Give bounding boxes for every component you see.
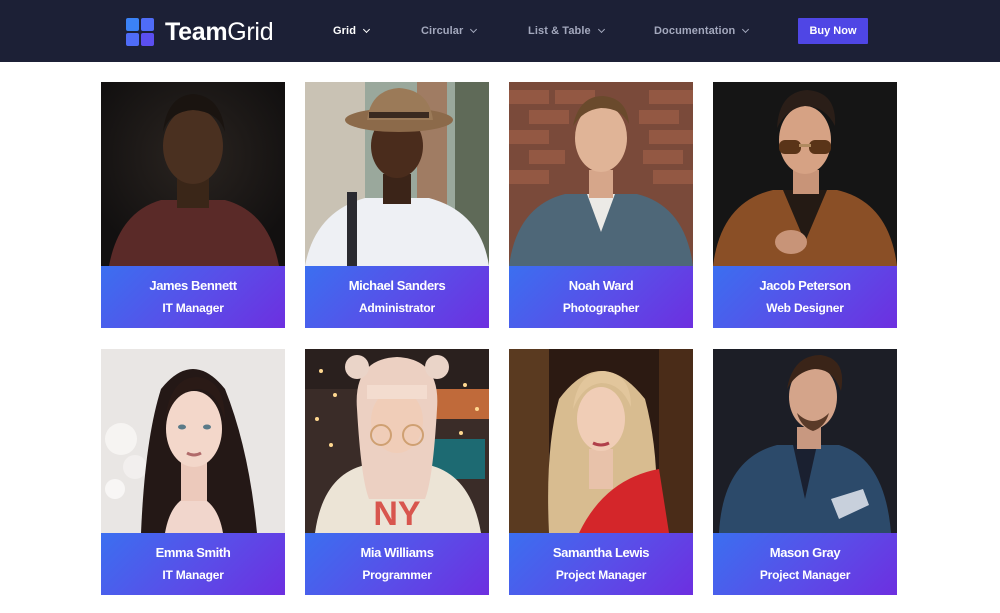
team-member-info: Noah Ward Photographer	[509, 266, 693, 328]
buy-now-button[interactable]: Buy Now	[798, 18, 868, 44]
team-member-role: Administrator	[358, 301, 436, 315]
team-member-photo	[101, 82, 285, 266]
team-member-name: Jacob Peterson	[759, 278, 851, 293]
logo-grid-icon	[126, 18, 154, 46]
chevron-down-icon	[597, 25, 605, 34]
nav-item-list-table[interactable]: List & Table	[528, 23, 605, 39]
team-member-role: Project Manager	[759, 568, 851, 582]
team-member-info: Jacob Peterson Web Designer	[713, 266, 897, 328]
chevron-down-icon	[470, 25, 478, 34]
team-member-role: Project Manager	[555, 568, 647, 582]
team-member-info: Emma Smith IT Manager	[101, 533, 285, 595]
team-member-role: IT Manager	[162, 568, 224, 582]
brand-name-bold: Team	[165, 17, 228, 46]
team-member-photo	[713, 82, 897, 266]
chevron-down-icon	[362, 25, 371, 34]
team-member-name: Mia Williams	[360, 545, 434, 560]
nav-item-documentation[interactable]: Documentation	[654, 23, 750, 39]
team-member-photo	[305, 82, 489, 266]
team-member-role: Web Designer	[766, 301, 844, 315]
team-member-name: Noah Ward	[568, 278, 634, 293]
brand-name: TeamGrid	[165, 17, 274, 47]
team-card[interactable]: Noah Ward Photographer	[509, 82, 693, 328]
chevron-down-icon	[742, 25, 750, 34]
team-member-photo	[101, 349, 285, 533]
top-navbar: TeamGrid Grid Circular List & Table Docu…	[0, 0, 1000, 62]
team-member-photo	[713, 349, 897, 533]
team-member-role: Photographer	[562, 301, 640, 315]
team-member-info: Mason Gray Project Manager	[713, 533, 897, 595]
nav-item-label: Grid	[333, 25, 357, 37]
brand-logo[interactable]: TeamGrid	[126, 17, 274, 47]
nav-item-label: Documentation	[654, 25, 736, 37]
brand-name-light: Grid	[227, 17, 274, 46]
team-member-info: James Bennett IT Manager	[101, 266, 285, 328]
team-member-role: Programmer	[362, 568, 432, 582]
team-member-role: IT Manager	[162, 301, 224, 315]
team-member-name: James Bennett	[149, 278, 237, 293]
nav-item-label: Circular	[421, 25, 464, 37]
team-member-photo	[509, 349, 693, 533]
nav-item-grid[interactable]: Grid	[333, 23, 371, 39]
team-member-name: Emma Smith	[155, 545, 231, 560]
team-member-photo	[509, 82, 693, 266]
team-card[interactable]: Mason Gray Project Manager	[713, 349, 897, 595]
team-member-name: Samantha Lewis	[552, 545, 650, 560]
svg-text:NY: NY	[373, 495, 421, 533]
team-card[interactable]: Emma Smith IT Manager	[101, 349, 285, 595]
team-card[interactable]: Jacob Peterson Web Designer	[713, 82, 897, 328]
team-member-name: Michael Sanders	[348, 278, 446, 293]
team-member-photo: NY	[305, 349, 489, 533]
team-member-name: Mason Gray	[769, 545, 841, 560]
team-member-info: Samantha Lewis Project Manager	[509, 533, 693, 595]
nav-item-label: List & Table	[528, 25, 591, 37]
team-card[interactable]: Samantha Lewis Project Manager	[509, 349, 693, 595]
nav-item-circular[interactable]: Circular	[421, 23, 478, 39]
team-card[interactable]: James Bennett IT Manager	[101, 82, 285, 328]
team-card[interactable]: Michael Sanders Administrator	[305, 82, 489, 328]
team-member-info: Mia Williams Programmer	[305, 533, 489, 595]
team-card[interactable]: NY Mia Williams Programmer	[305, 349, 489, 595]
team-member-info: Michael Sanders Administrator	[305, 266, 489, 328]
